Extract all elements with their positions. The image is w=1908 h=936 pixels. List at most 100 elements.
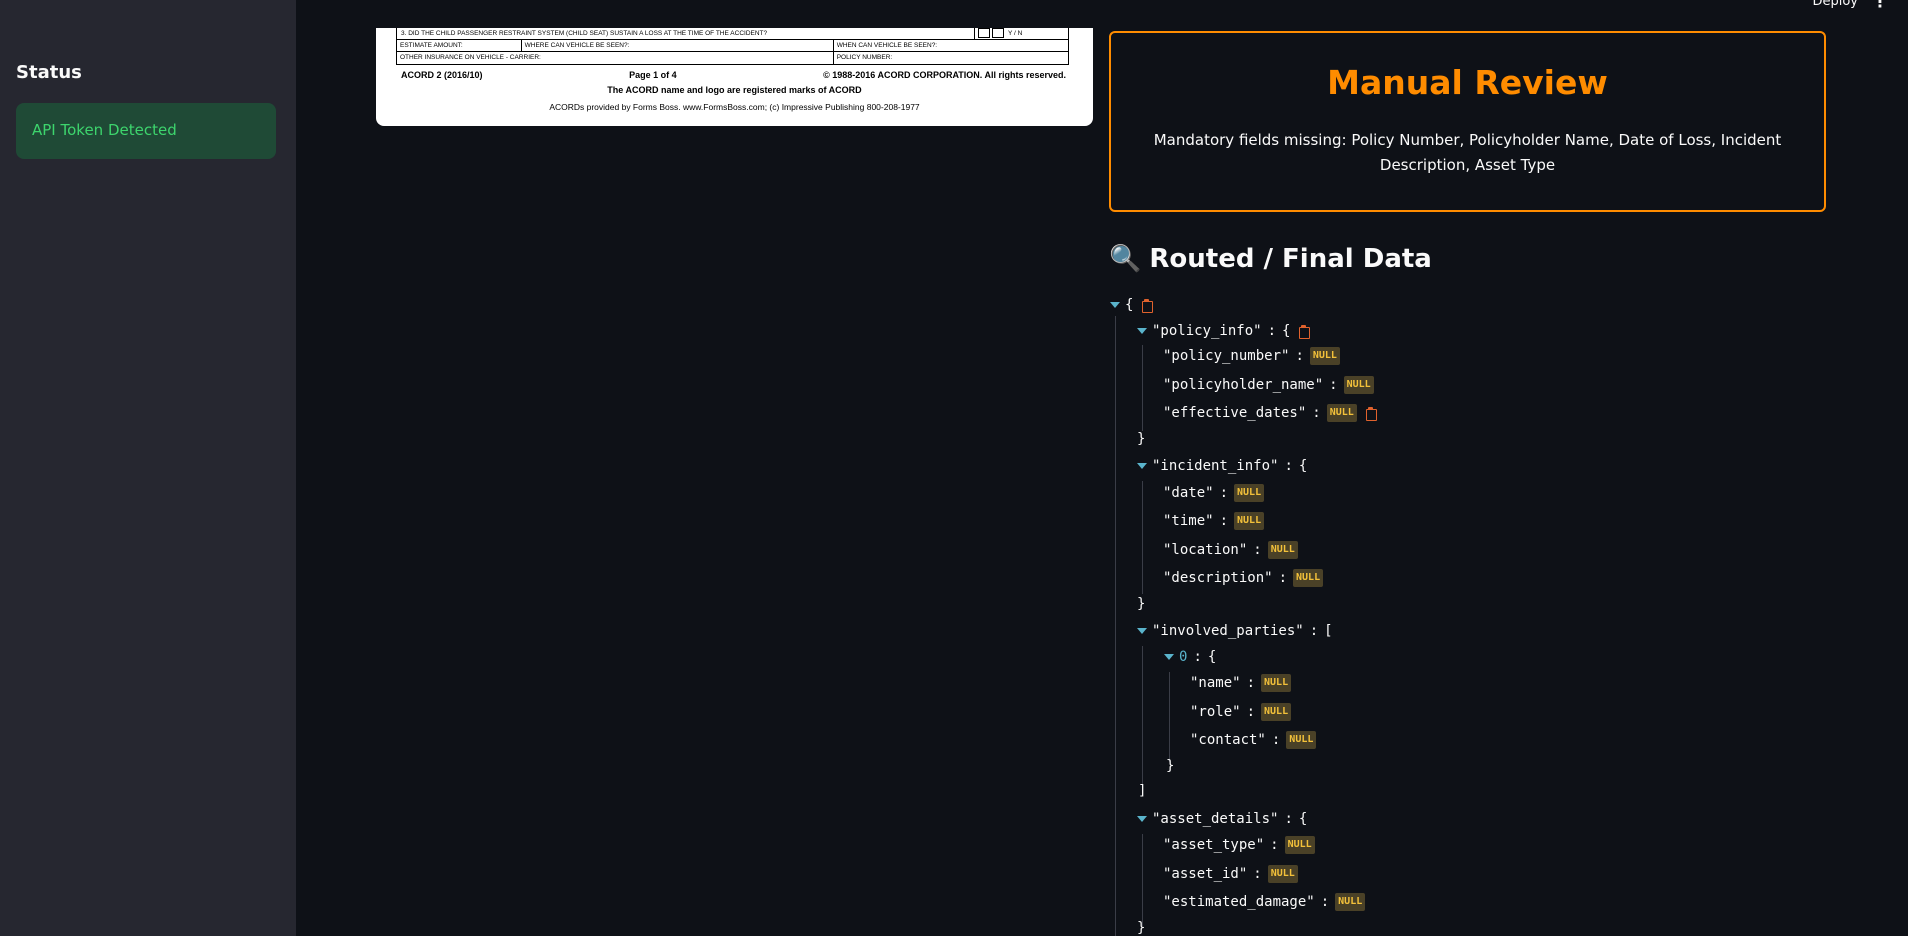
estimate-amount-cell: ESTIMATE AMOUNT: [397,40,522,51]
json-key: "policyholder_name" [1163,377,1324,393]
where-vehicle-cell: WHERE CAN VEHICLE BE SEEN?: [522,40,834,51]
json-key: "contact" [1190,732,1266,748]
collapse-triangle-icon[interactable] [1137,816,1147,822]
colon: : [1246,675,1256,691]
form-id: ACORD 2 (2016/10) [401,70,483,80]
json-viewer: { "policy_info" : { "policy_number" : NU… [1100,0,1800,936]
colon: : [1193,649,1202,665]
json-close-bracket-line: ] [1138,780,1146,802]
colon: : [1278,570,1288,586]
colon: : [1219,485,1229,501]
brace: { [1125,297,1134,313]
json-indent-guide [1115,316,1116,936]
null-badge: NULL [1293,569,1324,587]
json-close-line: } [1137,917,1145,936]
colon: : [1253,866,1262,882]
form-question-row: 3. DID THE CHILD PASSENGER RESTRAINT SYS… [397,28,976,39]
json-close-line: } [1137,593,1145,615]
json-key: "policy_number" [1163,348,1290,364]
json-policy-info-line: "policy_info" : { [1137,320,1311,342]
document-preview: 3. DID THE CHILD PASSENGER RESTRAINT SYS… [376,28,1093,126]
json-location-line: "location" : NULL [1163,539,1298,561]
json-date-line: "date" : NULL [1163,482,1265,504]
json-key: "date" [1163,485,1214,501]
collapse-triangle-icon[interactable] [1137,328,1147,334]
bracket: [ [1324,623,1333,639]
json-asset-details-line: "asset_details" : { [1137,808,1307,830]
brace: } [1166,758,1175,774]
json-indent-guide [1169,672,1170,762]
json-incident-info-line: "incident_info" : { [1137,455,1307,477]
json-involved-parties-line: "involved_parties" : [ [1137,620,1333,642]
colon: : [1312,405,1321,421]
json-key: "asset_details" [1152,811,1279,827]
bracket: ] [1138,783,1147,799]
null-badge: NULL [1326,404,1357,422]
null-badge: NULL [1343,376,1374,394]
json-close-line: } [1137,428,1145,450]
json-key: "location" [1163,542,1248,558]
collapse-triangle-icon[interactable] [1164,654,1174,660]
trademark-notice: The ACORD name and logo are registered m… [607,85,862,95]
form-yn-cell: Y / N [975,28,1068,39]
colon: : [1253,542,1262,558]
colon: : [1284,811,1293,827]
json-index-0-line: 0 : { [1164,646,1216,668]
copy-icon[interactable] [1298,324,1311,339]
yn-label: Y / N [1007,30,1023,37]
colon: : [1246,704,1256,720]
json-indent-guide [1142,834,1143,926]
copy-icon[interactable] [1141,298,1154,313]
yn-checkboxes [978,28,1006,39]
json-root-line: { [1110,294,1154,316]
null-badge: NULL [1267,541,1298,559]
json-asset-id-line: "asset_id" : NULL [1163,863,1298,885]
array-index: 0 [1179,649,1188,665]
collapse-triangle-icon[interactable] [1137,628,1147,634]
provider-notice: ACORDs provided by Forms Boss. www.Forms… [549,102,920,112]
null-badge: NULL [1234,484,1265,502]
json-policyholder-name-line: "policyholder_name" : NULL [1163,374,1374,396]
collapse-triangle-icon[interactable] [1110,302,1120,308]
sidebar: Status API Token Detected [0,0,296,936]
brace: { [1207,649,1217,665]
json-key: "involved_parties" [1152,623,1304,639]
json-name-line: "name" : NULL [1190,672,1292,694]
status-message: API Token Detected [32,121,177,139]
other-insurance-cell: OTHER INSURANCE ON VEHICLE - CARRIER: [397,52,834,64]
null-badge: NULL [1286,731,1317,749]
null-badge: NULL [1261,703,1292,721]
status-success-box: API Token Detected [16,103,276,159]
json-key: "asset_id" [1163,866,1248,882]
null-badge: NULL [1234,512,1265,530]
kebab-menu-icon[interactable]: ⋮ [1872,0,1888,11]
document-footer: ACORD 2 (2016/10) Page 1 of 4 © 1988-201… [401,70,1066,80]
colon: : [1267,323,1277,339]
json-policy-number-line: "policy_number" : NULL [1163,345,1340,367]
json-close-line: } [1166,755,1174,777]
json-contact-line: "contact" : NULL [1190,729,1317,751]
json-key: "asset_type" [1163,837,1265,853]
json-description-line: "description" : NULL [1163,567,1324,589]
json-key: "description" [1163,570,1273,586]
colon: : [1295,348,1304,364]
json-indent-guide [1142,481,1143,594]
colon: : [1320,894,1330,910]
null-badge: NULL [1335,893,1366,911]
brace: } [1137,920,1146,936]
colon: : [1329,377,1338,393]
null-badge: NULL [1309,347,1340,365]
copy-icon[interactable] [1365,406,1378,421]
brace: { [1298,811,1308,827]
null-badge: NULL [1284,836,1315,854]
json-estimated-damage-line: "estimated_damage" : NULL [1163,891,1366,913]
brace: { [1282,323,1291,339]
json-key: "time" [1163,513,1214,529]
collapse-triangle-icon[interactable] [1137,463,1147,469]
brace: { [1298,458,1308,474]
deploy-button[interactable]: Deploy [1812,0,1858,9]
json-asset-type-line: "asset_type" : NULL [1163,834,1315,856]
document-form-table: 3. DID THE CHILD PASSENGER RESTRAINT SYS… [396,28,1069,65]
null-badge: NULL [1261,674,1292,692]
json-effective-dates-line: "effective_dates" : NULL [1163,402,1378,424]
